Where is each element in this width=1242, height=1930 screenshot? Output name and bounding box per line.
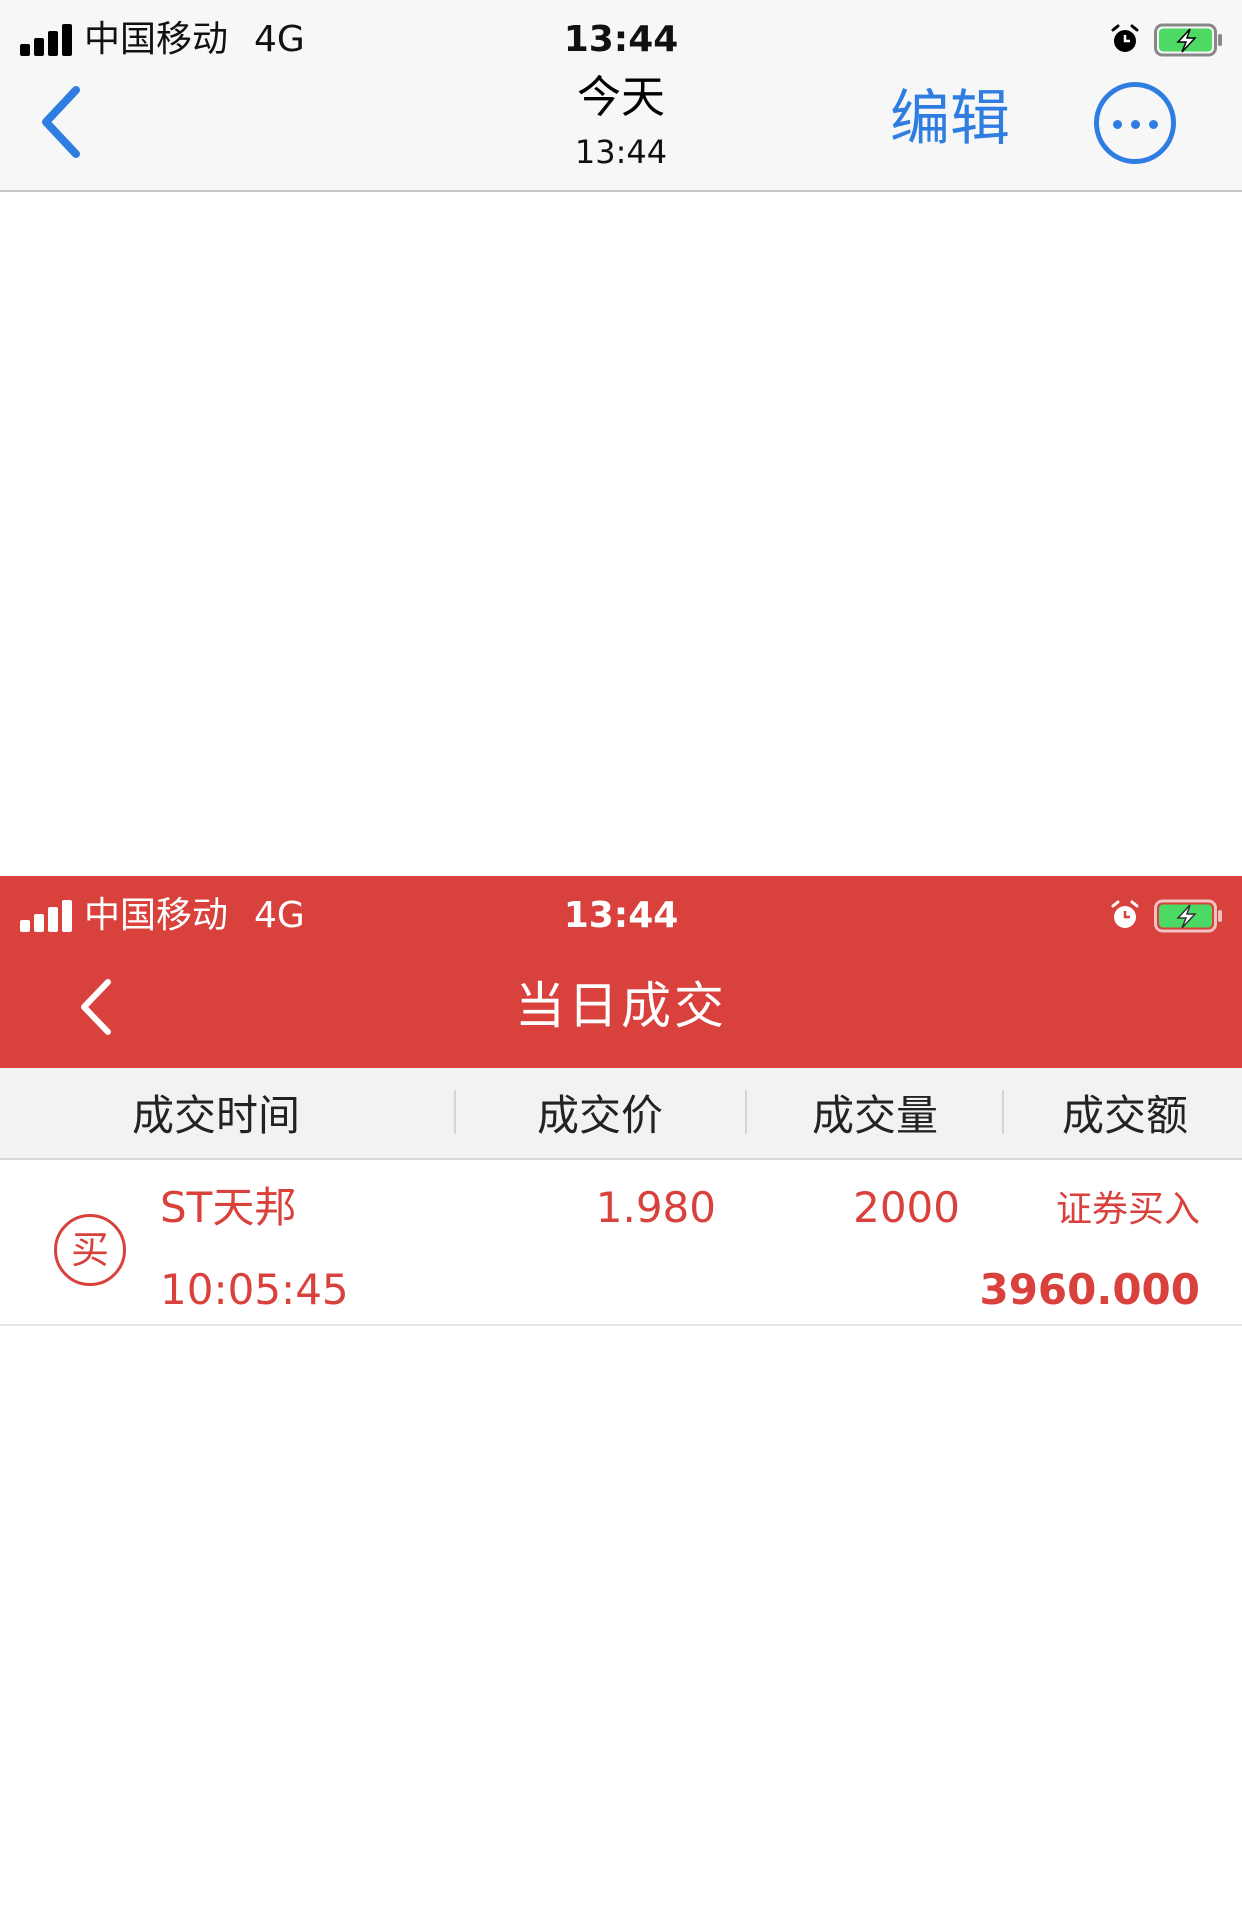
trade-amount: 3960.000 bbox=[979, 1265, 1200, 1314]
column-divider bbox=[745, 1090, 747, 1134]
column-header-amount: 成交额 bbox=[1061, 1091, 1188, 1140]
page-subtitle-time: 13:44 bbox=[574, 133, 668, 171]
column-divider bbox=[1002, 1090, 1004, 1134]
viewer-status-bar: 中国移动 4G 13:44 bbox=[0, 10, 1242, 70]
app-status-bar: 中国移动 4G 13:44 bbox=[0, 886, 1242, 946]
trade-type: 证券买入 bbox=[1055, 1189, 1200, 1230]
battery-charging-icon bbox=[1154, 23, 1222, 57]
more-dot bbox=[1149, 120, 1158, 129]
page-title: 今天 bbox=[577, 72, 665, 123]
alarm-clock-icon bbox=[1111, 24, 1139, 52]
photo-viewer-nav-bar: 中国移动 4G 13:44 今天 13:44 编辑 bbox=[0, 0, 1242, 192]
status-clock: 13:44 bbox=[563, 19, 679, 60]
app-header: 中国移动 4G 13:44 当日成交 bbox=[0, 876, 1242, 1068]
column-header-price: 成交价 bbox=[536, 1091, 663, 1140]
column-header-time: 成交时间 bbox=[131, 1091, 300, 1140]
app-page-title: 当日成交 bbox=[515, 977, 727, 1035]
alarm-clock-icon bbox=[1111, 900, 1139, 928]
column-divider bbox=[454, 1090, 456, 1134]
more-options-button[interactable] bbox=[1094, 82, 1176, 164]
buy-badge: 买 bbox=[54, 1214, 126, 1286]
edit-button[interactable]: 编辑 bbox=[890, 84, 1010, 154]
stock-name: ST天邦 bbox=[160, 1183, 297, 1232]
trade-price: 1.980 bbox=[595, 1183, 716, 1232]
more-dot bbox=[1113, 120, 1122, 129]
trade-quantity: 2000 bbox=[853, 1183, 960, 1232]
column-header-quantity: 成交量 bbox=[811, 1091, 938, 1140]
battery-charging-icon bbox=[1154, 899, 1222, 933]
status-clock: 13:44 bbox=[563, 895, 679, 936]
table-row[interactable]: 买 ST天邦 10:05:45 1.980 2000 证券买入 3960.000 bbox=[0, 1160, 1242, 1326]
more-dot bbox=[1131, 120, 1140, 129]
table-header: 成交时间 成交价 成交量 成交额 bbox=[0, 1068, 1242, 1160]
trade-time: 10:05:45 bbox=[160, 1265, 349, 1314]
